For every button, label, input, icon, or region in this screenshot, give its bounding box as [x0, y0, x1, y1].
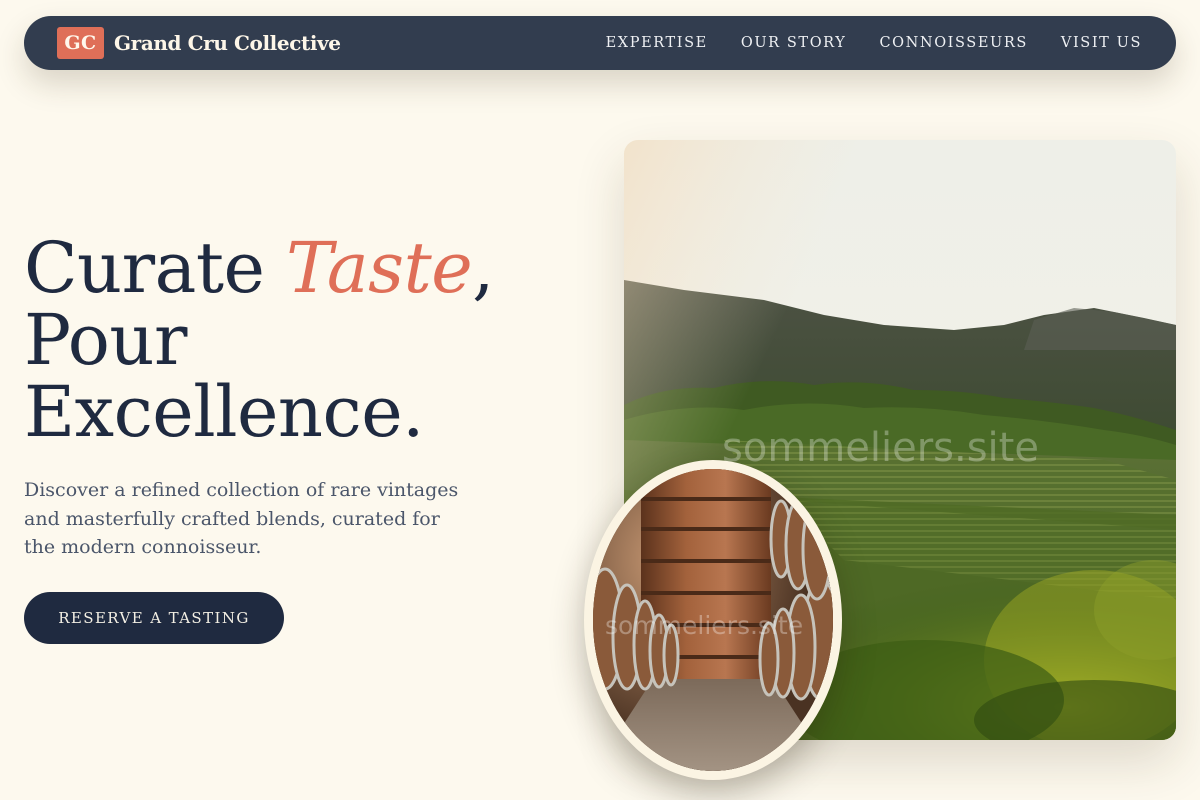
nav-link-expertise[interactable]: EXPERTISE [606, 35, 708, 51]
headline-text: Curate [24, 227, 287, 309]
headline-comma: , [472, 227, 494, 309]
headline-line-1: Curate Taste, [24, 227, 494, 309]
nav-link-visit-us[interactable]: VISIT US [1061, 35, 1142, 51]
brand-logo[interactable]: GC [57, 27, 104, 59]
hero-headline: Curate Taste, Pour Excellence. [24, 232, 494, 448]
reserve-tasting-button[interactable]: RESERVE A TASTING [24, 592, 284, 644]
hero-subtext: Discover a refined collection of rare vi… [24, 479, 459, 558]
nav-links: EXPERTISE OUR STORY CONNOISSEURS VISIT U… [606, 35, 1142, 51]
headline-line-2: Pour [24, 299, 187, 381]
brand-name[interactable]: Grand Cru Collective [114, 31, 341, 55]
nav-link-our-story[interactable]: OUR STORY [741, 35, 847, 51]
top-nav-bar: GC Grand Cru Collective EXPERTISE OUR ST… [24, 16, 1176, 70]
nav-link-connoisseurs[interactable]: CONNOISSEURS [879, 35, 1027, 51]
barrel-cellar-image: sommeliers.site [584, 460, 842, 780]
brand[interactable]: GC Grand Cru Collective [57, 27, 341, 59]
barrel-illustration [593, 469, 833, 771]
headline-accent-word: Taste [286, 227, 473, 309]
headline-line-3: Excellence. [24, 371, 424, 453]
